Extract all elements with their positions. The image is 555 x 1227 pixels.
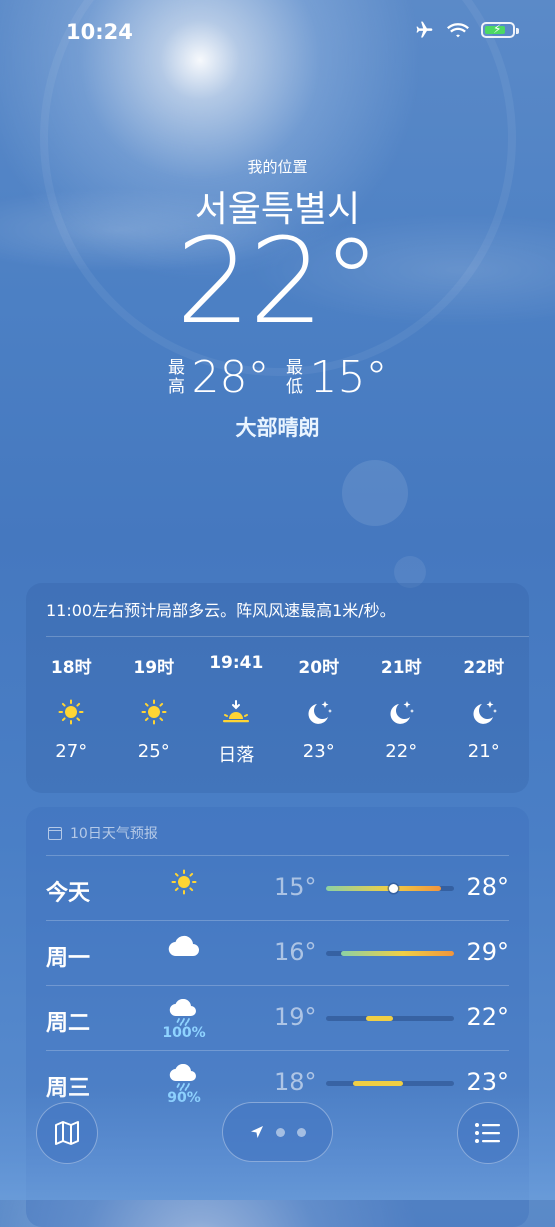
low-label: 最低 [286, 357, 303, 397]
status-time: 10:24 [66, 20, 133, 44]
temp-range-bar [326, 1016, 454, 1021]
hour-value: 21° [467, 741, 500, 762]
hour-value: 日落 [218, 745, 255, 766]
location-label: 我的位置 [247, 158, 308, 176]
temp-range-fill [341, 951, 454, 956]
divider [46, 855, 509, 856]
ten-day-header: 10日天气预报 [48, 823, 158, 843]
high-low: 最高 28° 最低 15° [0, 352, 555, 403]
daily-row: 今天 15° 28° [46, 855, 509, 920]
divider [46, 920, 509, 921]
list-icon [475, 1123, 500, 1143]
weather-condition: 大部晴朗 [235, 416, 320, 440]
day-name: 今天 [46, 881, 91, 906]
temp-range-bar [326, 884, 454, 893]
day-name: 周二 [46, 1011, 91, 1036]
sun-icon [141, 687, 167, 737]
low-temperature: 15° [309, 352, 388, 403]
hourly-item: 19时 25° [113, 653, 196, 767]
cloud-icon [164, 934, 204, 958]
page-dot [275, 1127, 285, 1137]
high-temp: 28° [466, 873, 509, 901]
daily-row: 周一 16° 29° [46, 920, 509, 985]
battery-charging-icon: ⚡ [481, 22, 519, 38]
hour-time: 22时 [463, 658, 505, 678]
sun-icon [164, 869, 204, 895]
divider [46, 1050, 509, 1051]
temp-range-fill [352, 1081, 403, 1086]
hourly-item: 22时 21° [443, 653, 526, 767]
hourly-item: 20时 23° [278, 653, 361, 767]
lens-flare [342, 460, 408, 526]
low-temp: 19° [274, 1003, 317, 1031]
sun-icon [58, 687, 84, 737]
day-name: 周一 [46, 946, 91, 971]
high-temp: 29° [466, 938, 509, 966]
wifi-icon [447, 23, 469, 38]
hour-time: 19时 [133, 658, 175, 678]
hour-time: 21时 [380, 658, 422, 678]
map-button[interactable] [36, 1102, 98, 1164]
location-pager[interactable] [222, 1102, 333, 1162]
ten-day-title: 10日天气预报 [70, 826, 158, 842]
hourly-item: 19:41 日落 [195, 653, 278, 767]
hourly-forecast-card[interactable]: 11:00左右预计局部多云。阵风风速最高1米/秒。 18时 27° 19时 25° 19… [26, 583, 529, 793]
moon-stars-icon [387, 687, 415, 737]
status-icons: ⚡ [413, 20, 519, 40]
hourly-item: 21时 22° [360, 653, 443, 767]
divider [46, 985, 509, 986]
current-temp-marker [389, 884, 399, 893]
hour-time: 19:41 [209, 653, 264, 673]
moon-stars-icon [305, 687, 333, 737]
page-dot [296, 1127, 306, 1137]
hour-value: 23° [302, 741, 335, 762]
temp-range-bar [326, 951, 454, 956]
current-temperature: 22° [175, 212, 381, 350]
low-temp: 15° [274, 873, 317, 901]
temp-range-bar [326, 1081, 454, 1086]
map-icon [55, 1121, 79, 1145]
hourly-item: 18时 27° [30, 653, 113, 767]
hour-value: 25° [137, 741, 170, 762]
sunset-icon [220, 687, 252, 737]
forecast-summary: 11:00左右预计局部多云。阵风风速最高1米/秒。 [46, 601, 396, 620]
hour-value: 27° [55, 741, 88, 762]
precip-chance: 100% [162, 1025, 206, 1041]
high-temp: 22° [466, 1003, 509, 1031]
temp-range-fill [365, 1016, 393, 1021]
calendar-icon [48, 826, 62, 840]
low-temp: 16° [274, 938, 317, 966]
hour-time: 20时 [298, 658, 340, 678]
location-arrow-icon [250, 1126, 263, 1138]
temp-range-fill [326, 886, 442, 891]
high-temperature: 28° [191, 352, 270, 403]
high-label: 最高 [168, 357, 185, 397]
rain-icon: 100% [162, 999, 206, 1041]
list-button[interactable] [457, 1102, 519, 1164]
divider [46, 636, 529, 637]
hourly-list: 18时 27° 19时 25° 19:41 日落 20时 23° 21时 22° 22时 21° [30, 653, 525, 767]
hour-time: 18时 [50, 658, 92, 678]
moon-stars-icon [470, 687, 498, 737]
airplane-icon [416, 21, 433, 38]
hour-value: 22° [385, 741, 418, 762]
daily-row: 周二 100% 19° 22° [46, 985, 509, 1050]
